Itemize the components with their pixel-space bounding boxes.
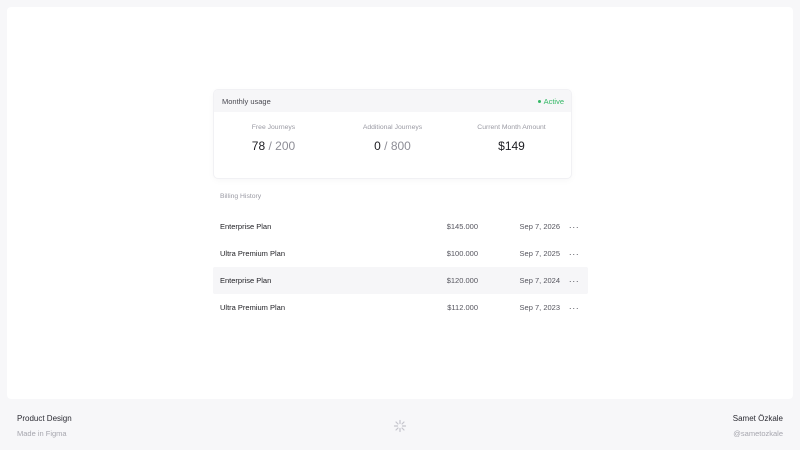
plan-name: Ultra Premium Plan bbox=[220, 249, 286, 258]
author-name: Samet Özkale bbox=[732, 414, 783, 423]
stat-free-journeys: Free Journeys 78 / 200 bbox=[214, 112, 333, 178]
footer-title: Product Design bbox=[17, 414, 72, 423]
stat-current: $149 bbox=[498, 139, 525, 153]
stat-value: $149 bbox=[498, 139, 525, 153]
date: Sep 7, 2025 bbox=[519, 249, 560, 258]
more-options-icon[interactable]: ··· bbox=[560, 276, 588, 286]
stat-current-month-amount: Current Month Amount $149 bbox=[452, 112, 571, 178]
table-row[interactable]: Ultra Premium Plan $112.000 Sep 7, 2023 … bbox=[213, 294, 588, 321]
stat-label: Free Journeys bbox=[251, 124, 296, 131]
amount: $112.000 bbox=[447, 303, 478, 312]
figma-logo-icon bbox=[393, 419, 407, 433]
stat-label: Current Month Amount bbox=[477, 124, 546, 131]
footer-subtitle: Made in Figma bbox=[17, 429, 67, 438]
amount: $120.000 bbox=[446, 276, 478, 285]
footer-right: Samet Özkale @sametozkale bbox=[733, 414, 783, 438]
plan-name: Enterprise Plan bbox=[220, 276, 272, 285]
date: Sep 7, 2023 bbox=[519, 303, 560, 312]
table-row[interactable]: Enterprise Plan $145.000 Sep 7, 2026 ··· bbox=[213, 213, 588, 240]
footer-left: Product Design Made in Figma bbox=[17, 414, 72, 438]
stat-value: 78 / 200 bbox=[252, 139, 295, 153]
amount: $145.000 bbox=[446, 222, 478, 231]
billing-history-title: Billing History bbox=[220, 193, 262, 200]
status-label: Active bbox=[543, 96, 564, 106]
more-options-icon[interactable]: ··· bbox=[560, 303, 588, 313]
stat-label: Additional Journeys bbox=[362, 124, 423, 131]
stat-value: 0 / 800 bbox=[374, 139, 411, 153]
table-row[interactable]: Enterprise Plan $120.000 Sep 7, 2024 ··· bbox=[213, 267, 588, 294]
date: Sep 7, 2026 bbox=[519, 222, 560, 231]
billing-history-table: Enterprise Plan $145.000 Sep 7, 2026 ···… bbox=[213, 213, 588, 321]
plan-name: Enterprise Plan bbox=[220, 222, 272, 231]
more-options-icon[interactable]: ··· bbox=[560, 222, 588, 232]
usage-stats: Free Journeys 78 / 200 Additional Journe… bbox=[214, 112, 571, 178]
status-dot-icon bbox=[537, 99, 541, 103]
usage-card-title: Monthly usage bbox=[222, 96, 271, 106]
stat-current: 78 bbox=[251, 139, 266, 153]
amount: $100.000 bbox=[446, 249, 478, 258]
stat-total: / 200 bbox=[268, 139, 296, 153]
status-badge: Active bbox=[537, 96, 564, 106]
more-options-icon[interactable]: ··· bbox=[560, 249, 588, 259]
table-row[interactable]: Ultra Premium Plan $100.000 Sep 7, 2025 … bbox=[213, 240, 588, 267]
date: Sep 7, 2024 bbox=[519, 276, 560, 285]
stat-current: 0 bbox=[374, 139, 381, 153]
plan-name: Ultra Premium Plan bbox=[220, 303, 286, 312]
usage-card-header: Monthly usage Active bbox=[214, 90, 571, 112]
stat-additional-journeys: Additional Journeys 0 / 800 bbox=[333, 112, 452, 178]
stat-total: / 800 bbox=[384, 139, 411, 153]
canvas bbox=[7, 7, 793, 399]
monthly-usage-card: Monthly usage Active Free Journeys 78 / … bbox=[214, 90, 571, 178]
author-handle[interactable]: @sametozkale bbox=[733, 429, 783, 438]
